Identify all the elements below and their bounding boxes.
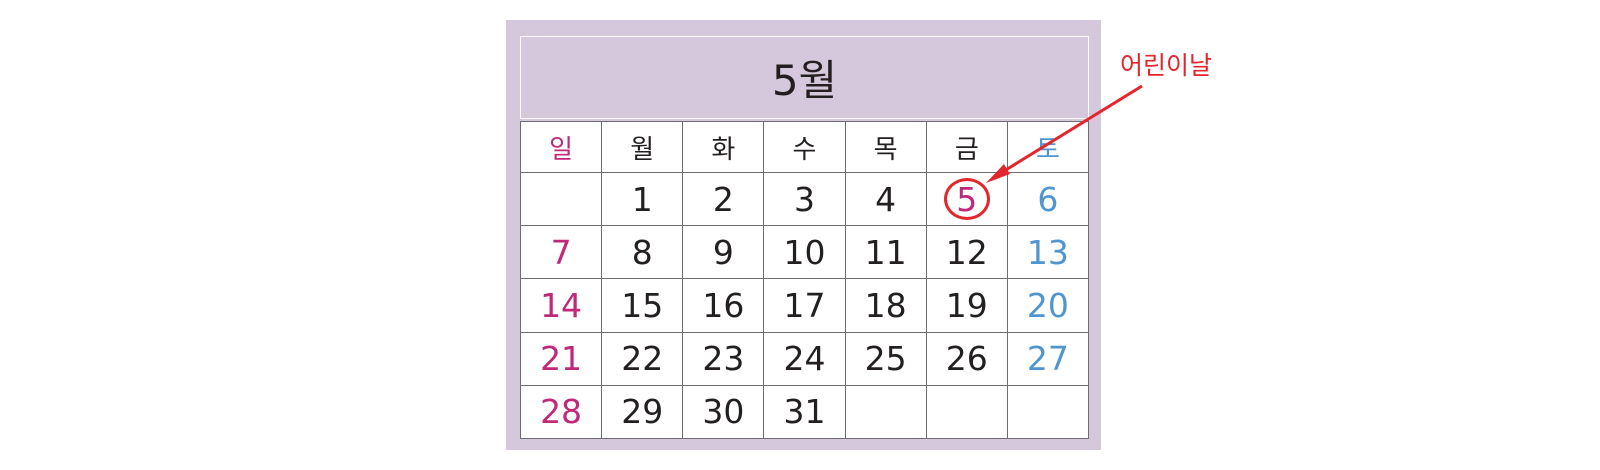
- day-cell: 7: [519, 225, 603, 280]
- day-cell: 15: [601, 278, 684, 333]
- weekday-monday: 월: [601, 121, 684, 173]
- week-row: 1 2 3 4 5 6: [519, 171, 1090, 227]
- weekday-friday: 금: [925, 121, 1008, 173]
- day-cell: 30: [682, 384, 765, 440]
- day-cell: 27: [1006, 331, 1090, 386]
- holiday-day-cell: 5: [925, 171, 1008, 227]
- day-cell: 18: [844, 278, 927, 333]
- day-cell: 8: [601, 225, 684, 280]
- weekday-header-row: 일 월 화 수 목 금 토: [519, 121, 1090, 173]
- holiday-day-number: 5: [956, 179, 978, 219]
- day-cell: 6: [1006, 171, 1090, 227]
- day-cell: [519, 171, 603, 227]
- week-row: 21 22 23 24 25 26 27: [519, 331, 1090, 386]
- week-row: 7 8 9 10 11 12 13: [519, 225, 1090, 280]
- day-cell: 22: [601, 331, 684, 386]
- day-cell: 14: [519, 278, 603, 333]
- day-cell: 16: [682, 278, 765, 333]
- day-cell: 1: [601, 171, 684, 227]
- weekday-tuesday: 화: [682, 121, 765, 173]
- day-cell: [925, 384, 1008, 440]
- day-cell: 31: [763, 384, 846, 440]
- weekday-sunday: 일: [519, 121, 603, 173]
- annotation-label: 어린이날: [1120, 51, 1213, 80]
- weekday-wednesday: 수: [763, 121, 846, 173]
- day-cell: 13: [1006, 225, 1090, 280]
- day-cell: 19: [925, 278, 1008, 333]
- day-cell: 26: [925, 331, 1008, 386]
- day-cell: 23: [682, 331, 765, 386]
- week-row: 28 29 30 31: [519, 384, 1090, 440]
- day-cell: 25: [844, 331, 927, 386]
- day-cell: [1006, 384, 1090, 440]
- weekday-thursday: 목: [844, 121, 927, 173]
- week-row: 14 15 16 17 18 19 20: [519, 278, 1090, 333]
- day-cell: [844, 384, 927, 440]
- day-cell: 4: [844, 171, 927, 227]
- day-cell: 10: [763, 225, 846, 280]
- calendar-panel: 5월 일 월 화 수 목 금 토 1 2 3 4 5 6 7 8 9 10 11…: [506, 20, 1101, 450]
- day-cell: 12: [925, 225, 1008, 280]
- day-cell: 3: [763, 171, 846, 227]
- day-cell: 28: [519, 384, 603, 440]
- day-cell: 17: [763, 278, 846, 333]
- day-cell: 29: [601, 384, 684, 440]
- day-cell: 20: [1006, 278, 1090, 333]
- day-cell: 11: [844, 225, 927, 280]
- month-title: 5월: [520, 36, 1089, 119]
- day-cell: 21: [519, 331, 603, 386]
- day-cell: 2: [682, 171, 765, 227]
- day-cell: 9: [682, 225, 765, 280]
- day-cell: 24: [763, 331, 846, 386]
- weekday-saturday: 토: [1006, 121, 1090, 173]
- calendar-grid: 일 월 화 수 목 금 토 1 2 3 4 5 6 7 8 9 10 11 12…: [519, 121, 1090, 440]
